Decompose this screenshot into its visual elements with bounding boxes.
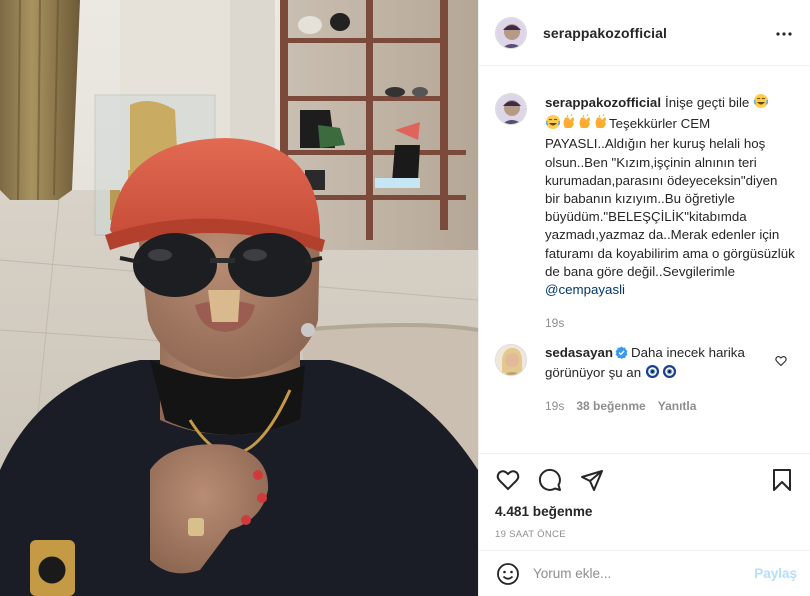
- comment-likes[interactable]: 38 beğenme: [576, 399, 645, 413]
- add-comment-bar: Paylaş: [479, 550, 810, 596]
- laughing-tears-emoji: [753, 93, 769, 114]
- verified-badge-icon: [615, 346, 628, 364]
- laughing-tears-emoji: [545, 114, 561, 135]
- bookmark-icon[interactable]: [769, 467, 795, 493]
- mention-link[interactable]: @cempayasli: [545, 282, 625, 297]
- comment-time[interactable]: 19s: [545, 399, 564, 413]
- action-icons: [495, 460, 795, 500]
- author-username[interactable]: serappakozofficial: [543, 25, 667, 41]
- clapping-hands-emoji: [593, 113, 609, 135]
- avatar[interactable]: [495, 93, 527, 125]
- post-comment-button[interactable]: Paylaş: [754, 566, 797, 581]
- comment-input[interactable]: [533, 566, 755, 581]
- comment-text: sedasayan Daha inecek harika görünüyor şu…: [545, 344, 795, 384]
- post-photo[interactable]: [0, 0, 478, 596]
- comment-body: sedasayan Daha inecek harika görünüyor şu…: [545, 344, 795, 412]
- post-header: serappakozofficial: [479, 0, 810, 66]
- likes-count[interactable]: 4.481 beğenme: [495, 504, 795, 519]
- caption-body: serappakozofficial İnişe geçti bile Teşek…: [545, 93, 795, 330]
- caption-time[interactable]: 19s: [545, 316, 564, 330]
- reply-button[interactable]: Yanıtla: [658, 399, 697, 413]
- clapping-hands-emoji: [577, 113, 593, 135]
- post-time-ago[interactable]: 19 SAAT ÖNCE: [495, 529, 795, 540]
- emoji-smiley-icon[interactable]: [495, 561, 521, 587]
- caption-text: serappakozofficial İnişe geçti bile Teşek…: [545, 93, 795, 299]
- share-icon[interactable]: [579, 467, 605, 493]
- clapping-hands-emoji: [561, 113, 577, 135]
- comment-icon[interactable]: [537, 467, 563, 493]
- evil-eye-emoji: [662, 364, 677, 384]
- caption-body-text: Teşekkürler CEM PAYASLI..Aldığın her kur…: [545, 116, 795, 279]
- avatar[interactable]: [495, 16, 527, 49]
- caption-username[interactable]: serappakozofficial: [545, 95, 661, 110]
- comment-item: sedasayan Daha inecek harika görünüyor şu…: [495, 344, 795, 413]
- caption: serappakozofficial İnişe geçti bile Teşek…: [495, 93, 795, 330]
- caption-meta: 19s: [545, 316, 795, 330]
- evil-eye-emoji: [645, 364, 660, 384]
- comments-list[interactable]: serappakozofficial İnişe geçti bile Teşek…: [479, 66, 810, 453]
- post-actions: 4.481 beğenme 19 SAAT ÖNCE: [479, 453, 810, 540]
- comment-like-heart-icon[interactable]: [775, 354, 787, 372]
- selfie-image: [0, 0, 478, 596]
- post-side-panel: serappakozofficial serappakozofficial İni…: [478, 0, 810, 596]
- caption-start: İnişe geçti bile: [665, 95, 750, 110]
- heart-icon[interactable]: [495, 467, 521, 493]
- avatar[interactable]: [495, 344, 527, 377]
- comment-meta: 19s 38 beğenme Yanıtla: [545, 399, 795, 413]
- comment-username[interactable]: sedasayan: [545, 345, 613, 360]
- more-horizontal-icon[interactable]: [772, 22, 796, 46]
